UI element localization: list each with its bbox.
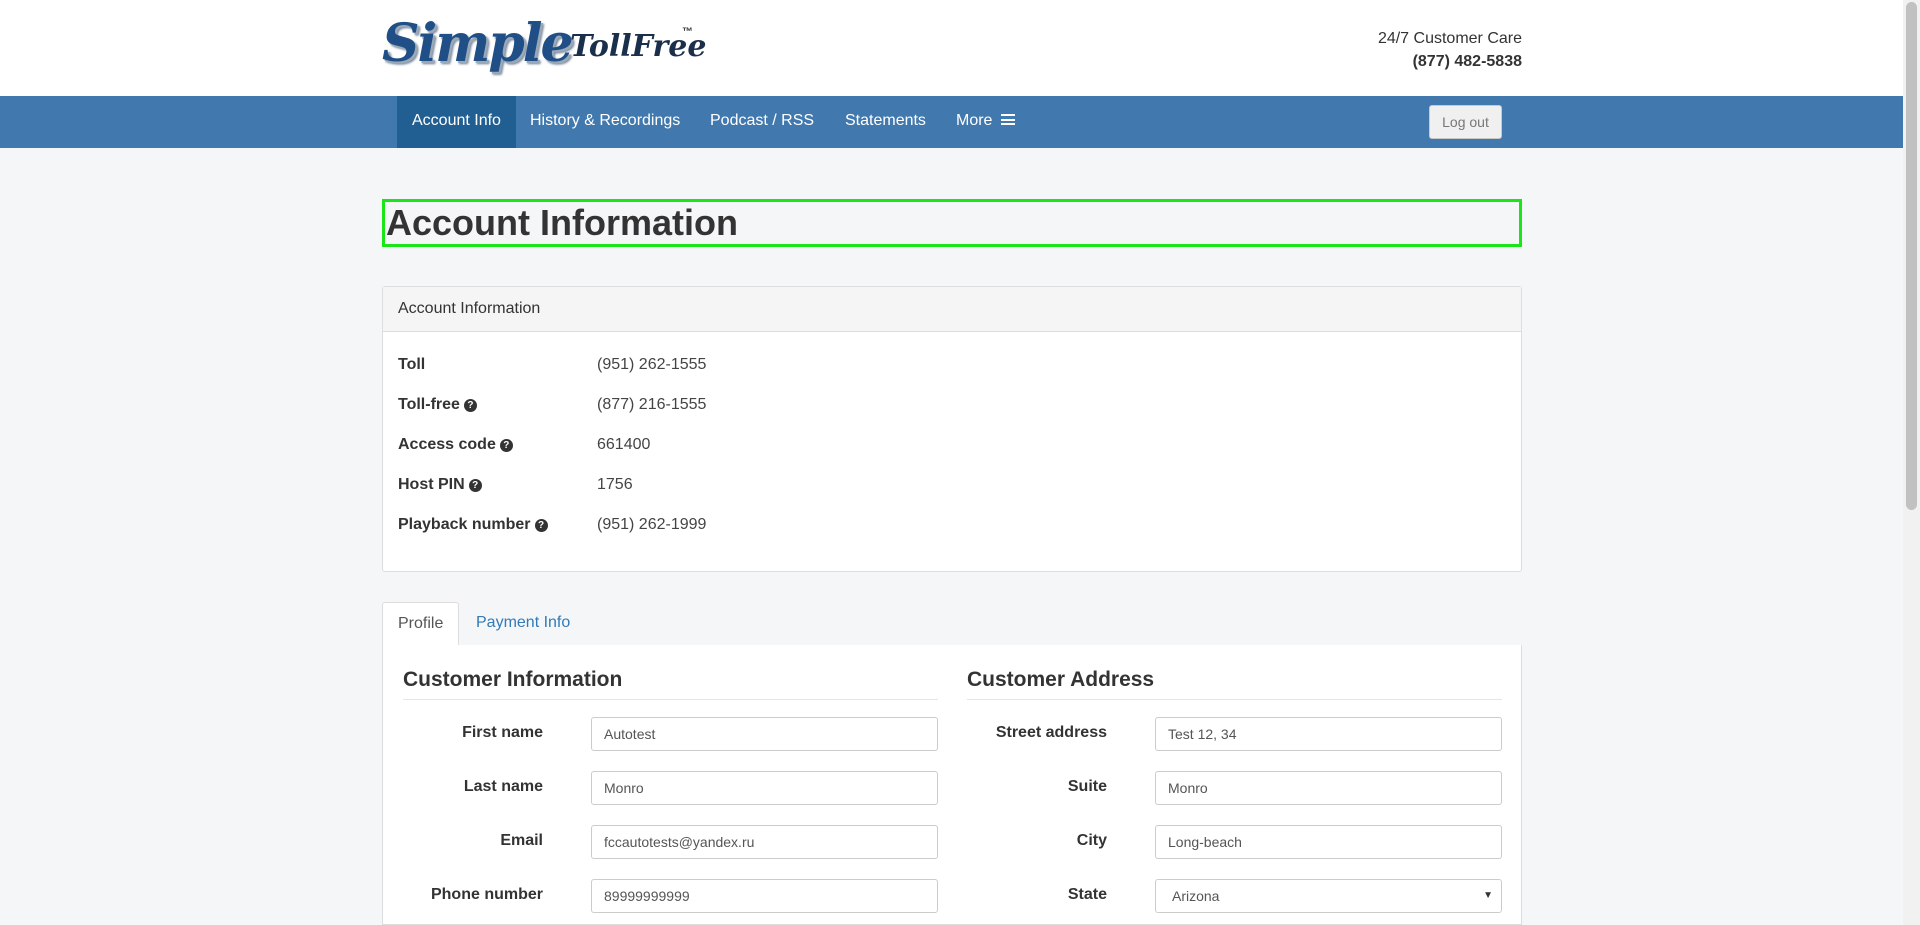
suite-label: Suite (1067, 778, 1107, 795)
info-value: 1756 (597, 476, 633, 493)
question-circle-icon[interactable]: ? (463, 399, 477, 412)
last-name-field[interactable]: Monro (591, 771, 938, 805)
state-select[interactable]: Arizona ▼ (1155, 879, 1502, 913)
logo-simple-text: Simple (382, 13, 574, 74)
question-circle-icon[interactable]: ? (499, 439, 513, 452)
logo-trademark: ™ (682, 26, 693, 38)
nav-more[interactable]: More (941, 96, 1030, 148)
email-field[interactable]: fccautotests@yandex.ru (591, 825, 938, 859)
info-label: Host PIN? (398, 473, 482, 497)
info-label-text: Host PIN (398, 476, 465, 493)
account-info-panel: Account Information Toll (951) 262-1555 … (382, 286, 1522, 572)
nav-account-info[interactable]: Account Info (397, 96, 516, 148)
info-value: (877) 216-1555 (597, 396, 707, 413)
email-label: Email (500, 832, 543, 849)
nav-statements[interactable]: Statements (830, 96, 941, 148)
tab-payment-info[interactable]: Payment Info (461, 602, 585, 646)
street-address-label: Street address (995, 724, 1107, 741)
first-name-field[interactable]: Autotest (591, 717, 938, 751)
tab-profile[interactable]: Profile (382, 602, 460, 647)
hamburger-icon (1000, 114, 1015, 126)
main-navbar: Account Info History & Recordings Podcas… (0, 96, 1903, 148)
street-address-field[interactable]: Test 12, 34 (1155, 717, 1502, 751)
city-field[interactable]: Long-beach (1155, 825, 1502, 859)
state-select-value: Arizona (1172, 888, 1220, 904)
customer-care-phone: (877) 482-5838 (1412, 53, 1522, 70)
info-label-text: Toll-free (398, 396, 460, 413)
question-circle-icon[interactable]: ? (534, 519, 548, 532)
customer-address-title: Customer Address (967, 667, 1502, 700)
state-label: State (1067, 886, 1107, 903)
customer-information-title: Customer Information (403, 667, 938, 700)
info-label: Playback number? (398, 513, 548, 537)
city-label: City (1076, 832, 1107, 849)
info-label-text: Toll (398, 356, 426, 373)
phone-number-label: Phone number (430, 886, 543, 903)
profile-tab-content: Customer Information Customer Address Fi… (382, 645, 1522, 925)
nav-more-label: More (956, 112, 993, 129)
nav-podcast-rss[interactable]: Podcast / RSS (695, 96, 829, 148)
suite-field[interactable]: Monro (1155, 771, 1502, 805)
info-label: Toll (398, 353, 425, 377)
info-value: (951) 262-1555 (597, 356, 707, 373)
question-circle-icon[interactable]: ? (468, 479, 482, 492)
info-label: Toll-free? (398, 393, 477, 417)
page-scrollbar[interactable] (1903, 0, 1920, 925)
info-value: (951) 262-1999 (597, 516, 707, 533)
customer-care-info: 24/7 Customer Care (877) 482-5838 (1378, 27, 1522, 73)
nav-history-recordings[interactable]: History & Recordings (515, 96, 695, 148)
page-title: Account Information (382, 199, 1522, 247)
first-name-label: First name (462, 724, 543, 741)
caret-down-icon: ▼ (1483, 890, 1493, 901)
logout-button[interactable]: Log out (1429, 105, 1502, 139)
info-value: 661400 (597, 436, 651, 453)
info-label: Access code? (398, 433, 513, 457)
profile-tabs: Profile Payment Info (382, 602, 1522, 647)
customer-care-label: 24/7 Customer Care (1377, 30, 1522, 47)
info-label-text: Access code (398, 436, 496, 453)
phone-number-field[interactable]: 89999999999 (591, 879, 938, 913)
panel-heading: Account Information (383, 287, 1521, 332)
scrollbar-thumb[interactable] (1906, 2, 1917, 510)
last-name-label: Last name (463, 778, 543, 795)
top-header: Simple TollFree ™ 24/7 Customer Care (87… (0, 0, 1903, 96)
info-label-text: Playback number (398, 516, 531, 533)
